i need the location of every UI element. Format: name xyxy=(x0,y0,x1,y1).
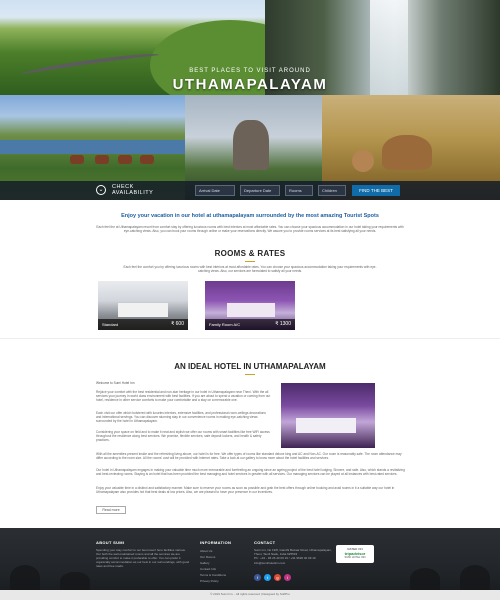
hero-caption: BEST PLACES TO VISIT AROUND UTHAMAPALAYA… xyxy=(0,68,500,93)
room-price: ₹ 600 xyxy=(171,321,184,327)
twitter-icon[interactable]: t xyxy=(264,574,271,581)
footer-about-text: Spending your stay comfort to our best r… xyxy=(96,548,190,568)
ideal-paragraph: Considering your space on field and to m… xyxy=(96,430,270,443)
room-name: Family Room A/C xyxy=(209,322,241,327)
ideal-paragraph: Our hotel in Uthamapalayam engages in ma… xyxy=(96,468,405,477)
rooms-select[interactable]: Rooms xyxy=(285,185,313,196)
copyright-text: © 2019 Sumi Inn. - All rights reserved |… xyxy=(210,592,290,596)
welcome-text: Welcome to Sumi Hotel Inn xyxy=(96,381,135,385)
check-availability-toggle[interactable]: ⌄ CHECK AVAILABILITY xyxy=(96,184,153,196)
read-more-button[interactable]: Read more xyxy=(96,506,126,514)
room-name: Standard xyxy=(102,322,119,327)
footer-info-heading: INFORMATION xyxy=(200,540,232,545)
ideal-paragraph: Each visit our offer which bolstered wit… xyxy=(96,411,266,424)
rooms-text: Each feel the comfort you by offering lu… xyxy=(123,265,377,274)
children-select[interactable]: Children xyxy=(318,185,346,196)
ideal-paragraph: With all the amenities present inside an… xyxy=(96,452,402,461)
heading-ornament xyxy=(245,259,255,262)
instagram-icon[interactable]: i xyxy=(284,574,291,581)
hotel-room-photo xyxy=(281,383,375,448)
hero-title: UTHAMAPALAYAM xyxy=(172,76,328,93)
footer-link[interactable]: Privacy Policy xyxy=(200,578,226,584)
heading-ornament xyxy=(245,372,255,375)
ideal-heading: AN IDEAL HOTEL IN UTHAMAPALAYAM xyxy=(174,362,326,371)
footer-email[interactable]: info@sumihotelinn.com xyxy=(254,561,334,565)
enjoy-text: Each feel the at Uthamapalayam resort fr… xyxy=(96,225,404,234)
ideal-paragraph: Enjoy your valuable time in a distinct a… xyxy=(96,486,395,495)
social-links: f t g i xyxy=(254,574,291,581)
room-price: ₹ 1300 xyxy=(275,321,291,327)
chevron-down-icon: ⌄ xyxy=(96,185,106,195)
footer-links: About Us Our Rooms Gallery Contact Info … xyxy=(200,548,226,584)
footer xyxy=(0,528,500,590)
arrival-date-field[interactable]: Arrival Date xyxy=(195,185,235,196)
facebook-icon[interactable]: f xyxy=(254,574,261,581)
footer-about-heading: ABOUT SUMI xyxy=(96,540,125,545)
tripadvisor-badge[interactable]: RATED ON tripadvisor SUMI HOTEL INN xyxy=(336,545,374,563)
ideal-paragraph: Rejoice your comfort with the best resid… xyxy=(96,390,271,403)
footer-address: Sumi inn, No 19/8, Gandhi Bazaar Road, U… xyxy=(254,548,332,557)
room-card-family[interactable]: Family Room A/C ₹ 1300 xyxy=(205,281,295,330)
find-best-rates-button[interactable]: FIND THE BEST RATES xyxy=(352,185,400,200)
hero-banner: BEST PLACES TO VISIT AROUND UTHAMAPALAYA… xyxy=(0,0,500,200)
booking-bar: ⌄ CHECK AVAILABILITY Arrival Date Depart… xyxy=(0,181,500,200)
trip-hotel-name: SUMI HOTEL INN xyxy=(344,556,366,559)
hero-subtitle: BEST PLACES TO VISIT AROUND xyxy=(189,68,311,74)
enjoy-heading: Enjoy your vacation in our hotel at utha… xyxy=(121,213,379,219)
availability-label: AVAILABILITY xyxy=(112,190,154,196)
departure-date-field[interactable]: Departure Date xyxy=(240,185,280,196)
rooms-heading: ROOMS & RATES xyxy=(214,249,286,258)
footer-contact-heading: CONTACT xyxy=(254,540,276,545)
room-card-standard[interactable]: Standard ₹ 600 xyxy=(98,281,188,330)
footer-contact-block: Sumi inn, No 19/8, Gandhi Bazaar Road, U… xyxy=(254,548,334,565)
google-plus-icon[interactable]: g xyxy=(274,574,281,581)
